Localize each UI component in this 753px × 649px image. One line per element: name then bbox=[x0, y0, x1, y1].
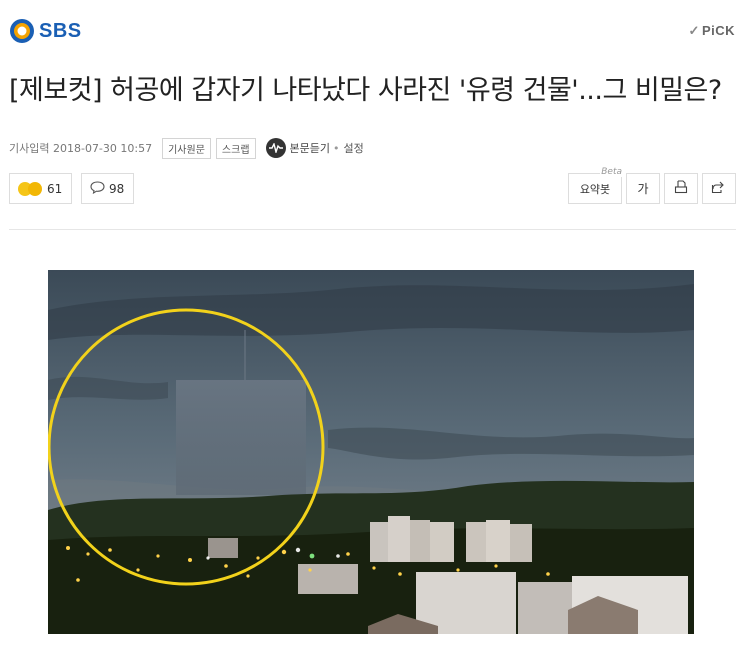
print-button[interactable] bbox=[664, 173, 698, 204]
scrap-button[interactable]: 스크랩 bbox=[215, 137, 256, 159]
listen-icon bbox=[265, 138, 286, 158]
pick-badge[interactable]: ✓ PiCK bbox=[689, 23, 735, 39]
check-icon: ✓ bbox=[688, 23, 700, 38]
comment-icon bbox=[90, 180, 105, 197]
meta-separator: • bbox=[333, 141, 340, 155]
reaction-button[interactable]: 61 bbox=[9, 173, 73, 204]
article-toolbar: 요약봇 Beta 가 bbox=[564, 167, 736, 204]
article-meta: 기사입력 2018-07-30 10:57 기사원문 스크랩 본문듣기 • 설정 bbox=[9, 137, 364, 159]
comment-count: 98 bbox=[109, 181, 125, 196]
article-title: [제보컷] 허공에 갑자기 나타났다 사라진 '유령 건물'...그 비밀은? bbox=[9, 75, 722, 107]
beta-badge: Beta bbox=[600, 167, 623, 177]
print-icon bbox=[674, 180, 688, 197]
pick-label: PiCK bbox=[701, 23, 735, 38]
comment-button[interactable]: 98 bbox=[81, 173, 135, 204]
font-size-label: 가 bbox=[637, 182, 649, 196]
font-size-button[interactable]: 가 bbox=[626, 173, 660, 204]
summary-bot-button[interactable]: 요약봇 Beta bbox=[568, 167, 623, 204]
original-article-button[interactable]: 기사원문 bbox=[162, 137, 211, 159]
publish-date: 기사입력 2018-07-30 10:57 bbox=[9, 142, 153, 155]
header-divider bbox=[9, 229, 736, 230]
share-icon bbox=[711, 180, 727, 197]
sbs-logo-icon bbox=[9, 18, 35, 44]
listen-button[interactable]: 본문듣기 bbox=[265, 138, 331, 158]
sbs-logo[interactable]: SBS bbox=[9, 18, 82, 44]
ghost-building bbox=[176, 380, 306, 495]
reaction-count: 61 bbox=[47, 181, 63, 196]
brand-name: SBS bbox=[39, 19, 82, 42]
listen-label: 본문듣기 bbox=[289, 142, 331, 155]
reaction-emoji-icon bbox=[28, 181, 42, 196]
share-button[interactable] bbox=[702, 173, 736, 204]
settings-link[interactable]: 설정 bbox=[344, 140, 364, 156]
article-photo[interactable] bbox=[48, 270, 694, 634]
summary-bot-label: 요약봇 bbox=[579, 182, 611, 196]
